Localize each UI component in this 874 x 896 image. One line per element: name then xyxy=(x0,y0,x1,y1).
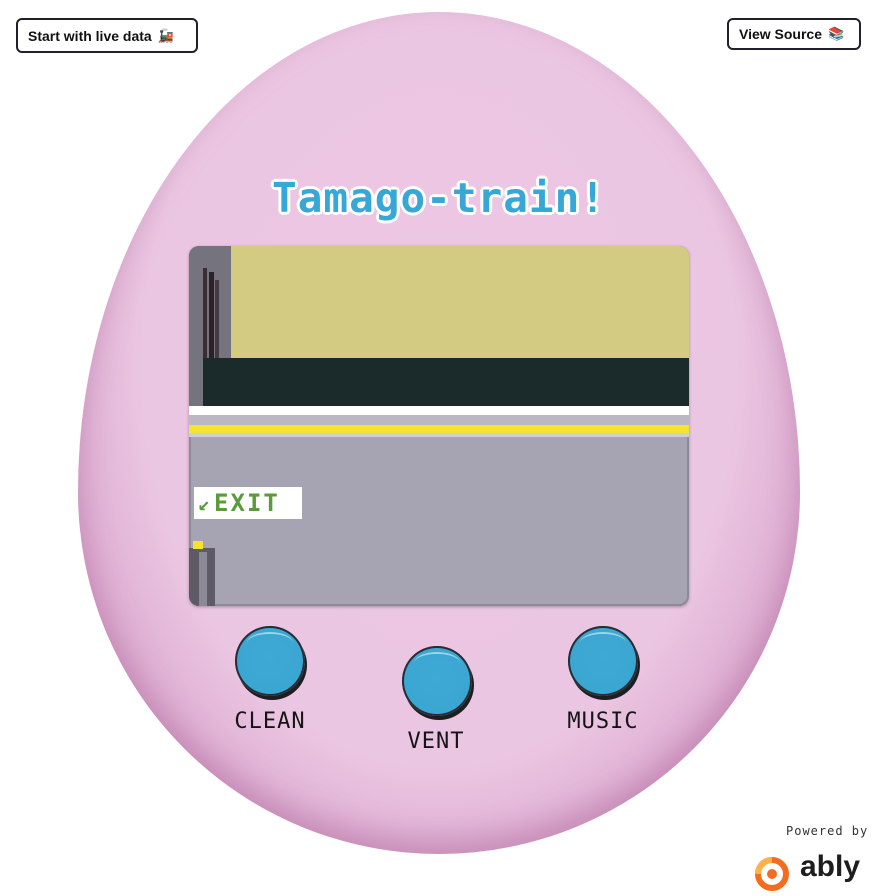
view-source-button[interactable]: View Source 📚 xyxy=(727,18,861,50)
start-live-data-label: Start with live data xyxy=(28,27,152,44)
platform-gap xyxy=(189,415,689,425)
platform-edge xyxy=(189,406,689,415)
pillar-shape xyxy=(209,272,214,358)
bin-stripe xyxy=(199,552,207,606)
powered-by-text: Powered by xyxy=(786,824,869,838)
pillar-shape xyxy=(215,280,219,358)
music-label: MUSIC xyxy=(567,709,639,734)
vent-label: VENT xyxy=(407,729,465,754)
train-track xyxy=(203,358,689,406)
platform-line xyxy=(189,433,689,437)
exit-sign-text: EXIT xyxy=(214,489,280,517)
ably-logo-icon[interactable] xyxy=(752,850,792,892)
ably-brand-text[interactable]: ably xyxy=(800,850,860,884)
music-button[interactable] xyxy=(568,626,638,696)
pillar-shape xyxy=(203,268,207,358)
clean-button[interactable] xyxy=(235,626,305,696)
train-icon: 🚂 xyxy=(157,27,174,43)
start-live-data-button[interactable]: Start with live data 🚂 xyxy=(16,18,198,53)
exit-sign: ↙ EXIT xyxy=(194,487,302,519)
platform-yellow-line xyxy=(189,425,689,433)
bin-lid xyxy=(193,541,203,549)
station-wall xyxy=(231,246,689,358)
book-icon: 📚 xyxy=(828,26,845,41)
device-title: Tamago-train! xyxy=(272,174,606,222)
game-screen: ↙ EXIT xyxy=(189,246,689,606)
view-source-label: View Source xyxy=(739,26,823,42)
arrow-down-left-icon: ↙ xyxy=(198,491,213,515)
clean-label: CLEAN xyxy=(234,709,306,734)
vent-button[interactable] xyxy=(402,646,472,716)
